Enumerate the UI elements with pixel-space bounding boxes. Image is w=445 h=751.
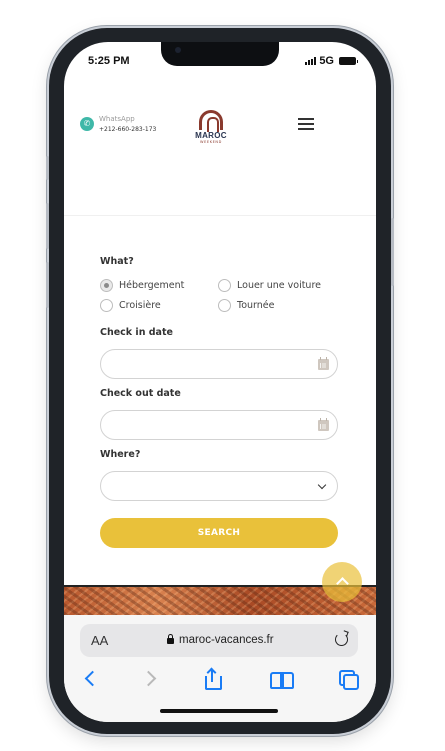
where-label: Where? (100, 449, 141, 460)
forward-icon[interactable] (140, 668, 162, 690)
logo-arch-icon (199, 110, 223, 132)
radio-label: Croisière (119, 299, 161, 311)
search-form: What? Hébergement Louer une voiture Croi… (100, 256, 338, 548)
radio-button-checked[interactable] (100, 278, 113, 292)
reload-icon[interactable] (335, 633, 348, 646)
whatsapp-phone[interactable]: +212-660-283-173 (99, 126, 156, 133)
lock-icon (167, 634, 174, 644)
whatsapp-icon[interactable]: ✆ (80, 117, 94, 131)
url-text[interactable]: maroc-vacances.fr (179, 634, 274, 646)
phone-silent-switch (46, 156, 49, 180)
phone-power-button (391, 218, 394, 286)
battery-icon (339, 57, 358, 65)
where-select[interactable] (100, 471, 338, 501)
search-button[interactable]: SEARCH (100, 518, 338, 548)
home-indicator (160, 709, 278, 713)
site-header: ✆ WhatsApp +212-660-283-173 MAROC WEEKEN… (64, 86, 376, 216)
logo-subtext: WEEKEND (200, 140, 222, 144)
checkout-label: Check out date (100, 388, 181, 399)
status-indicators: 5G (305, 55, 358, 67)
radio-label: Tournée (237, 299, 275, 311)
radio-tournee[interactable]: Tournée (218, 298, 338, 312)
hamburger-menu-icon[interactable] (298, 118, 314, 131)
network-type: 5G (319, 55, 334, 67)
site-logo[interactable]: MAROC WEEKEND (193, 110, 229, 152)
checkin-date-field[interactable] (100, 349, 338, 379)
checkout-date-field[interactable] (100, 410, 338, 440)
phone-screen: 5:25 PM 5G ✆ WhatsApp +212-660-283-173 M… (64, 42, 376, 722)
phone-volume-up (46, 203, 49, 249)
logo-text: MAROC (195, 131, 227, 140)
bookmarks-icon[interactable] (270, 668, 294, 690)
calendar-icon[interactable] (318, 418, 329, 431)
what-label: What? (100, 256, 134, 267)
whatsapp-label[interactable]: WhatsApp (99, 115, 135, 123)
radio-hebergement[interactable]: Hébergement (100, 278, 218, 292)
radio-label: Hébergement (119, 279, 185, 291)
camera-icon (175, 47, 181, 53)
scroll-to-top-button[interactable] (322, 562, 362, 602)
radio-louer-voiture[interactable]: Louer une voiture (218, 278, 338, 292)
calendar-icon[interactable] (318, 357, 329, 370)
safari-toolbar: AA maroc-vacances.fr (64, 615, 376, 722)
radio-button[interactable] (100, 298, 113, 312)
text-size-button[interactable]: AA (91, 633, 108, 648)
radio-button[interactable] (218, 298, 231, 312)
signal-icon (305, 57, 317, 65)
share-icon[interactable] (202, 667, 224, 690)
notch (161, 42, 279, 66)
radio-button[interactable] (218, 278, 231, 292)
checkin-label: Check in date (100, 327, 173, 338)
radio-croisiere[interactable]: Croisière (100, 298, 218, 312)
what-options: Hébergement Louer une voiture Croisière … (100, 278, 338, 312)
chevron-down-icon[interactable] (317, 480, 327, 490)
radio-label: Louer une voiture (237, 279, 321, 291)
address-bar[interactable]: AA maroc-vacances.fr (80, 624, 358, 657)
back-icon[interactable] (80, 668, 102, 690)
tabs-icon[interactable] (337, 668, 359, 690)
phone-volume-down (46, 262, 49, 308)
status-time: 5:25 PM (88, 55, 130, 67)
